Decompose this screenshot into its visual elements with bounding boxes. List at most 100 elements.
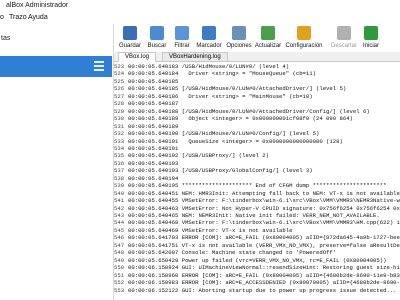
- tab-vboxhardening-log[interactable]: VBoxHardening.log: [162, 52, 228, 61]
- discard-icon: [337, 26, 351, 40]
- toolbar-button-5[interactable]: Actualizar: [254, 25, 282, 52]
- log-line-number: 551: [114, 271, 125, 279]
- log-line-number: 537: [114, 167, 125, 175]
- log-line: 524 00:00:05.640184 Driver <string> = "Mo…: [114, 70, 400, 77]
- log-line-text: 00:00:05.640183 /USB/HidMouse/0/LUN#0/ (…: [128, 63, 290, 70]
- log-line-text: 00:00:05.641751 VT-x is not available (V…: [128, 241, 400, 249]
- log-line-text: 00:00:05.640469 VMSetError: VT-x is not …: [128, 226, 293, 234]
- log-line: 532 00:00:05.640190 [/USB/HidMouse/0/LUN#…: [114, 130, 400, 137]
- title-bar: alBox Administrador: [0, 0, 400, 12]
- toolbar-button-0[interactable]: Guardar: [116, 25, 144, 52]
- log-line-number: 550: [114, 264, 125, 272]
- log-line-number: 525: [114, 77, 125, 85]
- log-line: 529 00:00:05.640188 [/USB/HidMouse/0/LUN#…: [114, 108, 400, 115]
- toolbar-button-label: Actualizar: [254, 43, 282, 49]
- log-line-text: 00:00:05.640184 Driver <string> = "Mouse…: [128, 70, 316, 78]
- log-line: 531 00:00:05.640189: [114, 123, 400, 130]
- log-line: 541 00:00:05.640455 VMSetError: F:\tinder…: [114, 197, 400, 204]
- log-line-number: 548: [114, 249, 125, 257]
- log-line-text: 00:00:06.150983 ERROR [COM]: aRC=E_ACCES…: [128, 279, 400, 287]
- log-line-text: 00:00:05.640195 ********************* En…: [128, 182, 387, 190]
- log-line: 551 00:00:06.150960 ERROR [COM]: aRC=E_FA…: [114, 272, 400, 279]
- toolbar-button-label: Iniciar: [362, 43, 379, 49]
- start-arrow-icon: [364, 26, 378, 40]
- log-line-text: 00:00:05.640185 [/USB/HidMouse/0/LUN#0/A…: [128, 85, 347, 93]
- toolbar-button-label: Marcador: [196, 43, 222, 49]
- log-line-number: 528: [114, 100, 125, 108]
- log-line-number: 539: [114, 182, 125, 190]
- log-line-text: 00:00:05.640455 VMSetError: F:\tinderbox…: [128, 197, 400, 205]
- log-line-number: 538: [114, 174, 125, 182]
- hamburger-menu-icon[interactable]: [92, 59, 106, 73]
- log-line: 526 00:00:05.640185 [/USB/HidMouse/0/LUN#…: [114, 85, 400, 92]
- toolbar: Guardar Buscar Filtrar Marcador Opciones Actu…: [114, 24, 400, 52]
- log-line-text: 00:00:05.640188 [/USB/HidMouse/0/LUN#0/A…: [128, 107, 370, 115]
- toolbar-button-1[interactable]: Buscar: [144, 25, 170, 52]
- log-line: 545 00:00:05.640469 VMSetError: VT-x is n…: [114, 227, 400, 234]
- menu-bar: o Trazo Ayuda: [0, 13, 400, 24]
- log-line: 553 00:00:06.152122 GUI: Aborting startup…: [114, 287, 400, 294]
- save-icon: [123, 26, 137, 40]
- sidebar-selected-vm[interactable]: [0, 56, 112, 77]
- log-line-number: 534: [114, 144, 125, 152]
- log-line: 533 00:00:05.640191 QueueSize <integer> =…: [114, 138, 400, 145]
- log-line: 538 00:00:05.640194: [114, 175, 400, 182]
- log-line: 537 00:00:05.640193 [/USB/USBProxy/Global…: [114, 167, 400, 174]
- menu-item-trace[interactable]: Trazo: [9, 14, 27, 21]
- refresh-icon: [261, 26, 275, 40]
- log-line-number: 543: [114, 212, 125, 219]
- log-line-number: 530: [114, 115, 125, 123]
- log-line-number: 546: [114, 234, 125, 242]
- menu-item-file[interactable]: o: [0, 14, 4, 21]
- toolbar-button-4[interactable]: Opciones: [224, 25, 254, 52]
- log-line-number: 553: [114, 286, 125, 294]
- options-icon: [232, 26, 246, 40]
- log-line-text: 00:00:05.640185: [128, 77, 179, 85]
- log-line: 552 00:00:06.150983 ERROR [COM]: aRC=E_AC…: [114, 279, 400, 286]
- log-line-number: 549: [114, 256, 125, 264]
- toolbar-button-8[interactable]: Iniciar: [358, 25, 384, 52]
- toolbar-button-label: Buscar: [147, 43, 167, 49]
- log-line-number: 547: [114, 241, 125, 249]
- log-line-text: 00:00:05.641703 ERROR [COM]: aRC=E_FAIL …: [128, 234, 400, 242]
- log-line: 536 00:00:05.640193: [114, 160, 400, 167]
- log-line-text: 00:00:05.640193 [/USB/USBProxy/GlobalCon…: [128, 167, 313, 175]
- log-line: 542 00:00:05.640463 VMSetError: Not Hyper…: [114, 205, 400, 212]
- log-line: 550 00:00:06.150924 GUI: UIMachineViewNor…: [114, 264, 400, 271]
- menu-item-help[interactable]: Ayuda: [28, 14, 48, 21]
- log-line: 546 00:00:05.641703 ERROR [COM]: aRC=E_FA…: [114, 234, 400, 241]
- log-line-number: 529: [114, 107, 125, 115]
- log-line-number: 535: [114, 152, 125, 160]
- log-line: 547 00:00:05.641751 VT-x is not available…: [114, 242, 400, 249]
- tab-vbox-log[interactable]: VBox.log: [118, 52, 157, 62]
- window-title: alBox Administrador: [6, 2, 69, 9]
- log-line-number: 540: [114, 189, 125, 197]
- toolbar-button-3[interactable]: Marcador: [194, 25, 224, 52]
- log-line: 534 00:00:05.640191: [114, 145, 400, 152]
- log-line-number: 541: [114, 197, 125, 205]
- log-line-text: 00:00:05.650429 Power up failed (vrc=VER…: [128, 256, 387, 264]
- log-line-number: 527: [114, 92, 125, 100]
- log-line-text: 00:00:06.152122 GUI: Aborting startup du…: [128, 286, 397, 294]
- toolbar-button-label: Opciones: [226, 43, 252, 49]
- search-icon: [150, 26, 164, 40]
- log-line-number: 526: [114, 85, 125, 93]
- log-line-number: 536: [114, 159, 125, 167]
- log-line-number: 524: [114, 70, 125, 78]
- toolbar-button-label: Configuración: [285, 43, 323, 49]
- toolbar-button-7: Descartar: [330, 25, 358, 52]
- toolbar-button-6[interactable]: Configuración: [282, 25, 326, 52]
- log-line-text: 00:00:05.640191: [128, 144, 179, 152]
- log-line: 539 00:00:05.640195 *********************…: [114, 182, 400, 189]
- sidebar-tools-label: tas: [1, 35, 11, 42]
- log-line-text: 00:00:05.640189 Object <integer> = 0x000…: [128, 115, 353, 123]
- log-line: 523 00:00:05.640183 /USB/HidMouse/0/LUN#0…: [114, 63, 400, 70]
- log-line: 530 00:00:05.640189 Object <integer> = 0x…: [114, 115, 400, 122]
- log-viewer[interactable]: 523 00:00:05.640183 /USB/HidMouse/0/LUN#0…: [114, 62, 400, 300]
- sidebar: tas: [0, 24, 114, 300]
- toolbar-button-2[interactable]: Filtrar: [170, 25, 194, 52]
- log-line-number: 545: [114, 226, 125, 234]
- log-line: 544 00:00:05.640468 VMSetError: F:\tinder…: [114, 219, 400, 226]
- log-line: 540 00:00:05.640451 NEM: HMR3Init: Attemp…: [114, 190, 400, 197]
- log-line-text: 00:00:06.150924 GUI: UIMachineViewNormal…: [128, 264, 400, 272]
